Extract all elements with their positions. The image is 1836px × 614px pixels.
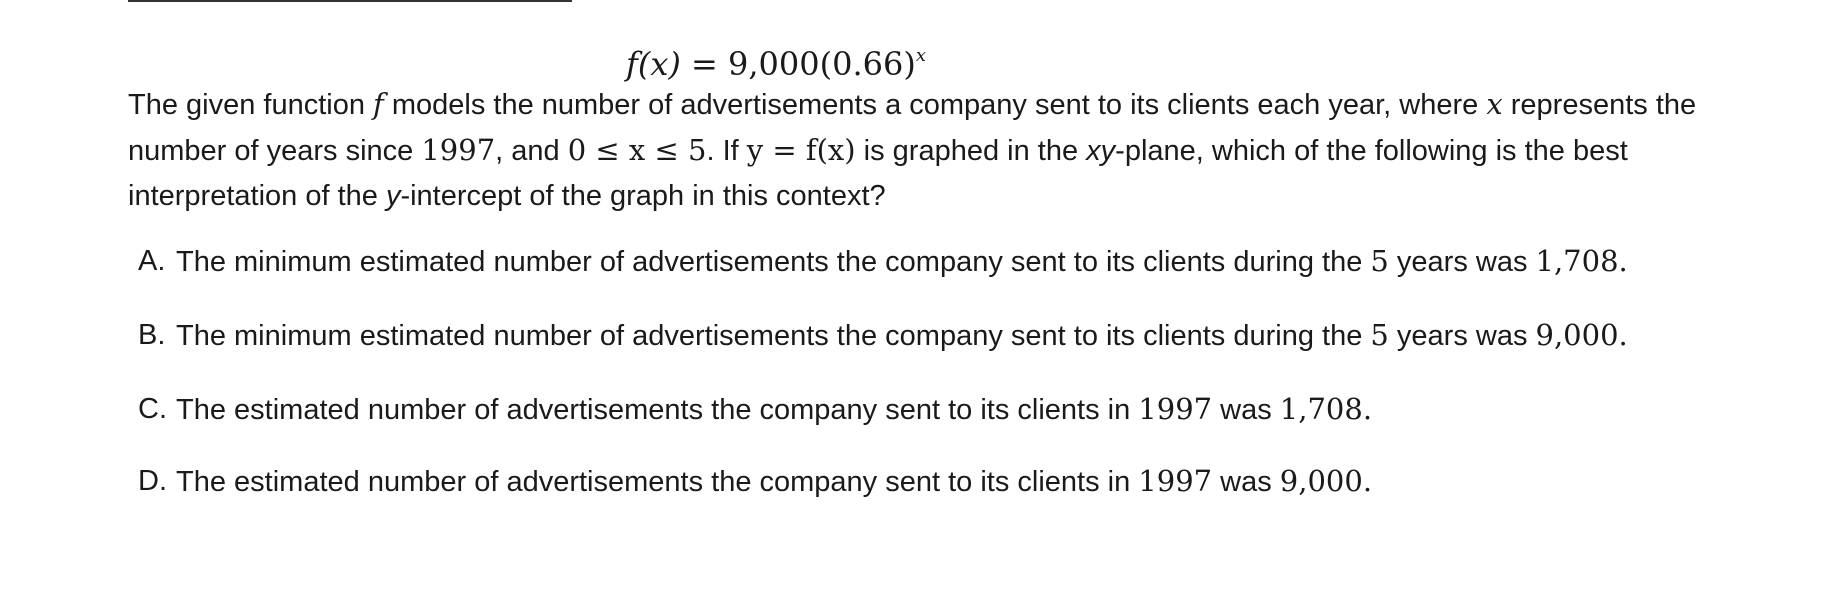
function-equation: f(x) = 9,000(0.66)x [128, 30, 1424, 83]
stem-text-6: is graphed in the [855, 135, 1087, 167]
choice-value: 1,708 [1279, 392, 1363, 426]
question-stem: The given function f models the number o… [128, 82, 1728, 219]
stem-y: y [385, 180, 401, 212]
choice-period: . [1362, 392, 1373, 426]
choice-text: The estimated number of advertisements t… [176, 466, 1139, 498]
choice-number: 1997 [1138, 392, 1213, 426]
equation-rhs: 9,000(0.66) [728, 45, 916, 83]
choice-number: 5 [1370, 318, 1389, 352]
stem-y-equals-f: y = f(x) [746, 133, 856, 167]
choice-letter: D. [138, 465, 167, 497]
choice-letter: C. [138, 393, 167, 425]
choice-letter: B. [138, 319, 166, 351]
stem-function-f: f [373, 87, 384, 121]
stem-text-4: , and [495, 135, 568, 167]
stem-text-8: -intercept of the graph in this context? [400, 180, 886, 212]
stem-xy: xy [1086, 135, 1116, 167]
choice-text-2: was [1212, 394, 1280, 426]
choice-value: 9,000 [1279, 464, 1363, 498]
equation-exponent: x [915, 45, 926, 66]
choice-text-2: was [1212, 466, 1280, 498]
choice-b[interactable]: B. The minimum estimated number of advert… [128, 313, 1728, 359]
choice-number: 5 [1370, 244, 1389, 278]
equation-equals: = [691, 45, 718, 83]
stem-variable-x: x [1486, 87, 1503, 121]
stem-text-2: models the number of advertisements a co… [383, 89, 1487, 121]
choice-text: The minimum estimated number of advertis… [176, 320, 1371, 352]
stem-domain-range: 0 ≤ x ≤ 5 [567, 133, 707, 167]
choice-letter: A. [138, 245, 166, 277]
stem-text-5: . If [706, 135, 747, 167]
choice-text: The minimum estimated number of advertis… [176, 246, 1371, 278]
choice-value: 1,708 [1535, 244, 1619, 278]
top-divider [128, 0, 572, 2]
choice-text: The estimated number of advertisements t… [176, 394, 1139, 426]
choice-text-2: years was [1388, 320, 1536, 352]
answer-choices: A. The minimum estimated number of advert… [128, 239, 1728, 505]
choice-period: . [1362, 464, 1373, 498]
choice-value: 9,000 [1535, 318, 1619, 352]
stem-year: 1997 [421, 133, 496, 167]
choice-c[interactable]: C. The estimated number of advertisements… [128, 387, 1728, 433]
equation-lhs: f(x) [626, 45, 681, 83]
choice-a[interactable]: A. The minimum estimated number of advert… [128, 239, 1728, 285]
choice-period: . [1618, 244, 1628, 278]
choice-period: . [1618, 318, 1628, 352]
question-content: f(x) = 9,000(0.66)x The given function f… [128, 30, 1728, 531]
choice-d[interactable]: D. The estimated number of advertisements… [128, 459, 1728, 505]
choice-number: 1997 [1138, 464, 1213, 498]
stem-text-1: The given function [128, 89, 374, 121]
choice-text-2: years was [1388, 246, 1536, 278]
